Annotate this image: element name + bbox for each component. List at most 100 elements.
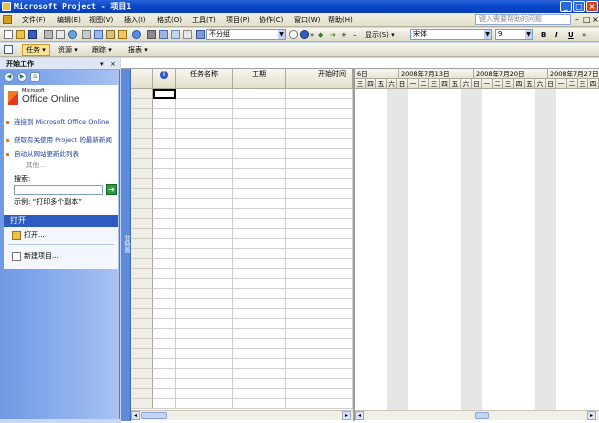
table-cell[interactable]	[153, 209, 176, 219]
row-header[interactable]	[131, 129, 153, 139]
menu-tools[interactable]: 工具(T)	[192, 15, 216, 25]
table-cell[interactable]	[153, 139, 176, 149]
column-header-task-name[interactable]: 任务名称	[176, 69, 233, 89]
new-icon[interactable]	[4, 30, 13, 39]
help-question-input[interactable]: 键入需要帮助的问题	[475, 14, 571, 25]
table-cell[interactable]	[176, 329, 233, 339]
table-cell[interactable]	[286, 139, 353, 149]
more-link[interactable]: 其他...	[26, 161, 126, 169]
table-cell[interactable]	[153, 169, 176, 179]
table-cell[interactable]	[286, 279, 353, 289]
row-header[interactable]	[131, 189, 153, 199]
table-cell[interactable]	[176, 159, 233, 169]
table-cell[interactable]	[233, 259, 286, 269]
show-menu[interactable]: 显示(S) ▾	[365, 30, 395, 40]
underline-button[interactable]: U	[568, 30, 574, 40]
table-cell[interactable]	[176, 199, 233, 209]
open-item[interactable]: 打开...	[24, 230, 45, 240]
table-cell[interactable]	[176, 139, 233, 149]
table-cell[interactable]	[286, 379, 353, 389]
table-cell[interactable]	[233, 159, 286, 169]
table-cell[interactable]	[233, 279, 286, 289]
table-cell[interactable]	[286, 99, 353, 109]
table-cell[interactable]	[233, 299, 286, 309]
table-cell[interactable]	[286, 199, 353, 209]
assign-resources-icon[interactable]	[196, 30, 205, 39]
table-cell[interactable]	[286, 289, 353, 299]
table-cell[interactable]	[153, 309, 176, 319]
table-cell[interactable]	[286, 229, 353, 239]
table-cell[interactable]	[286, 369, 353, 379]
row-header[interactable]	[131, 159, 153, 169]
table-cell[interactable]	[286, 119, 353, 129]
gantt-horizontal-scrollbar[interactable]: ◂ ▸	[355, 410, 599, 420]
new-project-item[interactable]: 新建项目...	[24, 251, 59, 261]
scroll-left-icon[interactable]: ◂	[355, 411, 364, 420]
table-cell[interactable]	[153, 119, 176, 129]
table-cell[interactable]	[233, 89, 286, 99]
table-cell[interactable]	[153, 239, 176, 249]
table-cell[interactable]	[233, 349, 286, 359]
menu-help[interactable]: 帮助(H)	[328, 15, 353, 25]
table-cell[interactable]	[176, 299, 233, 309]
print-preview-icon[interactable]	[56, 30, 65, 39]
table-cell[interactable]	[286, 269, 353, 279]
table-cell[interactable]	[153, 179, 176, 189]
row-header[interactable]	[131, 169, 153, 179]
scroll-thumb[interactable]	[141, 412, 167, 419]
table-cell[interactable]	[286, 189, 353, 199]
table-cell[interactable]	[233, 379, 286, 389]
toolbar-overflow-icon[interactable]: »	[310, 30, 314, 40]
table-cell[interactable]	[176, 369, 233, 379]
doc-close-icon[interactable]: ×	[592, 15, 599, 25]
unlink-icon[interactable]	[159, 30, 168, 39]
resources-button[interactable]: 资源 ▾	[58, 45, 78, 55]
table-cell[interactable]	[176, 319, 233, 329]
font-select[interactable]: 宋体 ▼	[410, 29, 492, 40]
table-cell[interactable]	[176, 269, 233, 279]
table-cell[interactable]	[176, 289, 233, 299]
guide-icon[interactable]	[4, 45, 13, 54]
table-cell[interactable]	[233, 189, 286, 199]
table-cell[interactable]	[286, 259, 353, 269]
notes-icon[interactable]	[183, 30, 192, 39]
font-size-select[interactable]: 9 ▼	[495, 29, 533, 40]
search-input[interactable]	[14, 185, 103, 195]
row-header[interactable]	[131, 359, 153, 369]
table-cell[interactable]	[233, 179, 286, 189]
back-icon[interactable]: ◀	[4, 72, 14, 82]
table-cell[interactable]	[153, 379, 176, 389]
menu-project[interactable]: 项目(P)	[226, 15, 250, 25]
table-cell[interactable]	[286, 109, 353, 119]
table-cell[interactable]	[153, 109, 176, 119]
table-cell[interactable]	[286, 319, 353, 329]
row-header[interactable]	[131, 249, 153, 259]
table-cell[interactable]	[286, 399, 353, 409]
table-cell[interactable]	[286, 219, 353, 229]
table-cell[interactable]	[153, 159, 176, 169]
table-cell[interactable]	[286, 249, 353, 259]
table-horizontal-scrollbar[interactable]: ◂ ▸	[131, 410, 353, 420]
table-cell[interactable]	[176, 219, 233, 229]
table-cell[interactable]	[233, 399, 286, 409]
table-cell[interactable]	[286, 89, 353, 99]
column-header-duration[interactable]: 工期	[233, 69, 286, 89]
tasks-button[interactable]: 任务 ▾	[22, 44, 50, 56]
table-cell[interactable]	[153, 319, 176, 329]
undo-icon[interactable]	[132, 30, 141, 39]
table-cell[interactable]	[153, 349, 176, 359]
row-header[interactable]	[131, 109, 153, 119]
row-header[interactable]	[131, 149, 153, 159]
table-cell[interactable]	[233, 219, 286, 229]
table-cell[interactable]	[176, 239, 233, 249]
format-painter-icon[interactable]	[118, 30, 127, 39]
pane-close-icon[interactable]: ×	[110, 59, 116, 69]
active-cell[interactable]	[153, 89, 176, 99]
table-cell[interactable]	[233, 209, 286, 219]
table-cell[interactable]	[153, 389, 176, 399]
table-cell[interactable]	[286, 389, 353, 399]
entry-bar[interactable]	[121, 58, 599, 69]
close-button[interactable]: ×	[586, 1, 598, 12]
table-cell[interactable]	[233, 119, 286, 129]
table-cell[interactable]	[233, 269, 286, 279]
